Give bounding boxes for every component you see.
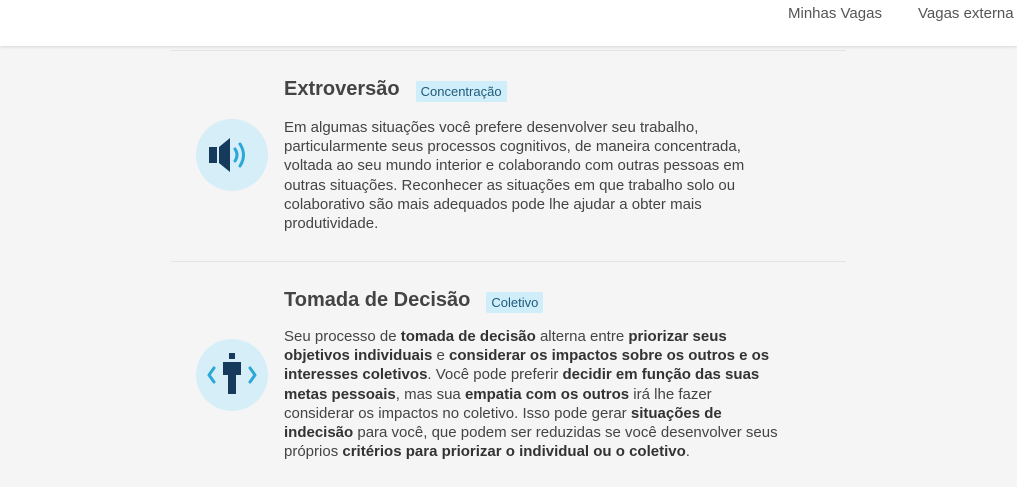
body-text: . (685, 443, 690, 461)
body-text: , mas sua (395, 385, 465, 403)
person-arrows-icon (196, 339, 268, 411)
body-text: Em algumas situações você prefere desenv… (284, 119, 745, 233)
emphasis-text: empatia com os outros (464, 385, 630, 403)
emphasis-text: critérios para priorizar o individual ou… (342, 443, 686, 461)
body-text: Seu processo de (284, 328, 401, 345)
section-divider (171, 261, 846, 262)
trait-badge: Coletivo (486, 292, 544, 313)
body-text: alterna entre (535, 328, 629, 345)
nav-link-minhas-vagas[interactable]: Minhas Vagas (788, 5, 882, 22)
top-navigation-bar: Minhas Vagas Vagas externa (0, 0, 1017, 46)
nav-link-vagas-externas[interactable]: Vagas externa (918, 5, 1014, 22)
section-divider (171, 50, 846, 51)
body-text: e (432, 347, 450, 365)
emphasis-text: tomada de decisão (400, 328, 536, 345)
speaker-icon (196, 119, 268, 191)
trait-badge: Concentração (415, 81, 507, 102)
section-description: Em algumas situações você prefere desenv… (284, 118, 784, 233)
section-title: Extroversão (284, 78, 400, 100)
body-text: . Você pode preferir (427, 366, 563, 384)
section-description: Seu processo de tomada de decisão altern… (284, 327, 784, 461)
section-title: Tomada de Decisão (284, 289, 471, 311)
